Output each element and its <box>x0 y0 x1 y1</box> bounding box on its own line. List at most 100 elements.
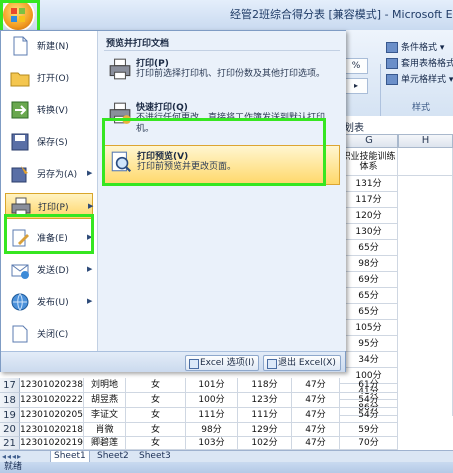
cell-g[interactable]: 65分 <box>340 240 398 256</box>
submenu-item-title: 快速打印(Q) <box>136 103 188 113</box>
cell-g[interactable]: 65分 <box>340 304 398 320</box>
menu-item-new[interactable]: 新建(N) <box>5 33 93 59</box>
cell-score[interactable]: 47分 <box>292 437 340 450</box>
cell-id[interactable]: 12301020205 <box>20 408 84 423</box>
column-h-cells[interactable] <box>398 176 453 416</box>
cell-score[interactable]: 47分 <box>292 423 340 437</box>
row-number[interactable]: 19 <box>0 408 20 423</box>
cell-g[interactable]: 120分 <box>340 208 398 224</box>
menu-item-label: 转换(V) <box>37 106 69 116</box>
cell-g[interactable]: 117分 <box>340 192 398 208</box>
row-number[interactable]: 17 <box>0 378 20 393</box>
cell-name[interactable]: 卿碧莲 <box>84 437 126 450</box>
cell-id[interactable]: 12301020219 <box>20 437 84 450</box>
cell-score[interactable]: 102分 <box>238 437 292 450</box>
cell-sex[interactable]: 女 <box>126 408 186 423</box>
excel-options-button[interactable]: Excel 选项(I) <box>185 355 260 371</box>
window-title: 经管2班综合得分表 [兼容模式] - Microsoft Excel <box>230 8 453 21</box>
submenu-item-print[interactable]: 打印(P) 打印前选择打印机、打印份数及其他打印选项。 <box>102 53 340 93</box>
cell-score[interactable]: 47分 <box>292 378 340 393</box>
office-menu: 新建(N) 打开(O) 转换(V) 保存(S) 另存为(A) ▶ 打印(P) ▶… <box>0 30 346 372</box>
decimal-button[interactable]: ▸ <box>344 78 368 94</box>
cell-sex[interactable]: 女 <box>126 378 186 393</box>
cell-name[interactable]: 胡昱燕 <box>84 393 126 408</box>
cell-score[interactable]: 101分 <box>186 378 238 393</box>
menu-item-open[interactable]: 打开(O) <box>5 65 93 91</box>
row-number[interactable]: 21 <box>0 437 20 450</box>
percent-style-button[interactable]: % <box>344 58 368 74</box>
submenu-arrow-icon: ▶ <box>88 202 94 210</box>
cell-g[interactable]: 69分 <box>340 272 398 288</box>
menu-item-close[interactable]: 关闭(C) <box>5 321 93 347</box>
row-number[interactable]: 20 <box>0 423 20 437</box>
cell-g[interactable]: 34分 <box>340 352 398 368</box>
cell-score[interactable]: 47分 <box>292 393 340 408</box>
row-number[interactable]: 18 <box>0 393 20 408</box>
options-icon <box>189 359 199 369</box>
cell-score[interactable]: 111分 <box>186 408 238 423</box>
menu-item-publish[interactable]: 发布(U) ▶ <box>5 289 93 315</box>
cell-g[interactable]: 131分 <box>340 176 398 192</box>
menu-item-label: 发布(U) <box>37 298 69 308</box>
cell-score[interactable]: 111分 <box>238 408 292 423</box>
new-doc-icon <box>13 36 28 56</box>
exit-excel-label: 退出 Excel(X) <box>278 358 336 368</box>
cell-id[interactable]: 12301020222 <box>20 393 84 408</box>
cell-id[interactable]: 12301020218 <box>20 423 84 437</box>
cell-name[interactable]: 李证文 <box>84 408 126 423</box>
cell-sex[interactable]: 女 <box>126 393 186 408</box>
submenu-arrow-icon: ▶ <box>87 297 93 305</box>
submenu-item-title: 打印(P) <box>136 59 169 69</box>
submenu-divider <box>104 50 340 51</box>
cell-score[interactable]: 47分 <box>292 408 340 423</box>
cell-g[interactable]: 130分 <box>340 224 398 240</box>
cell-name[interactable]: 肖微 <box>84 423 126 437</box>
menu-item-label: 打印(P) <box>38 203 69 213</box>
cell-score[interactable]: 123分 <box>238 393 292 408</box>
cell-g[interactable]: 105分 <box>340 320 398 336</box>
cell-sex[interactable]: 女 <box>126 423 186 437</box>
column-header-g[interactable]: G <box>340 134 398 148</box>
cell-g[interactable]: 98分 <box>340 256 398 272</box>
table-format-button[interactable]: 套用表格格式 ▾ <box>386 56 453 69</box>
title-bar: 经管2班综合得分表 [兼容模式] - Microsoft Excel <box>0 0 453 31</box>
cell[interactable] <box>398 148 453 176</box>
highlight-box <box>4 214 94 254</box>
conditional-format-button[interactable]: 条件格式 ▾ <box>386 40 444 53</box>
styles-group-label: 样式 <box>412 103 431 113</box>
cell-score[interactable]: 118分 <box>238 378 292 393</box>
menu-item-save[interactable]: 保存(S) <box>5 129 93 155</box>
menu-item-label: 新建(N) <box>37 42 69 52</box>
cell-g[interactable]: 59分 <box>340 423 398 437</box>
menu-item-label: 打开(O) <box>37 74 70 84</box>
cell-score[interactable]: 129分 <box>238 423 292 437</box>
cell-sex[interactable]: 女 <box>126 437 186 450</box>
cell-name[interactable]: 刘明地 <box>84 378 126 393</box>
formula-bar[interactable]: 划表 <box>340 116 453 135</box>
cell-style-button[interactable]: 单元格样式 ▾ <box>386 72 453 85</box>
sheet-tab[interactable]: Sheet2 <box>94 451 132 462</box>
cell-score[interactable]: 103分 <box>186 437 238 450</box>
cell-g[interactable]: 54分 <box>340 393 398 408</box>
menu-item-convert[interactable]: 转换(V) <box>5 97 93 123</box>
cell-g[interactable]: 54分 <box>340 408 398 423</box>
cell-id[interactable]: 12301020238 <box>20 378 84 393</box>
column-header-h[interactable]: H <box>398 134 453 148</box>
cell-g[interactable]: 61分 <box>340 378 398 393</box>
sheet-tab[interactable]: Sheet3 <box>136 451 174 462</box>
menu-item-save-as[interactable]: 另存为(A) ▶ <box>5 161 93 187</box>
save-as-icon <box>11 166 28 183</box>
cell-score[interactable]: 100分 <box>186 393 238 408</box>
highlight-box <box>102 118 326 186</box>
header-cell-g[interactable]: 职业技能训练体系 <box>340 148 398 176</box>
send-icon <box>11 264 29 279</box>
exit-excel-button[interactable]: 退出 Excel(X) <box>263 355 341 371</box>
submenu-title: 预览并打印文档 <box>106 39 170 49</box>
sheet-nav-arrows[interactable]: ◂◂◂▸ <box>2 452 22 461</box>
cell-g[interactable]: 70分 <box>340 437 398 450</box>
cell-score[interactable]: 98分 <box>186 423 238 437</box>
cell-g[interactable]: 65分 <box>340 288 398 304</box>
menu-item-send[interactable]: 发送(D) ▶ <box>5 257 93 283</box>
cell-g[interactable]: 95分 <box>340 336 398 352</box>
exit-icon <box>267 359 277 369</box>
